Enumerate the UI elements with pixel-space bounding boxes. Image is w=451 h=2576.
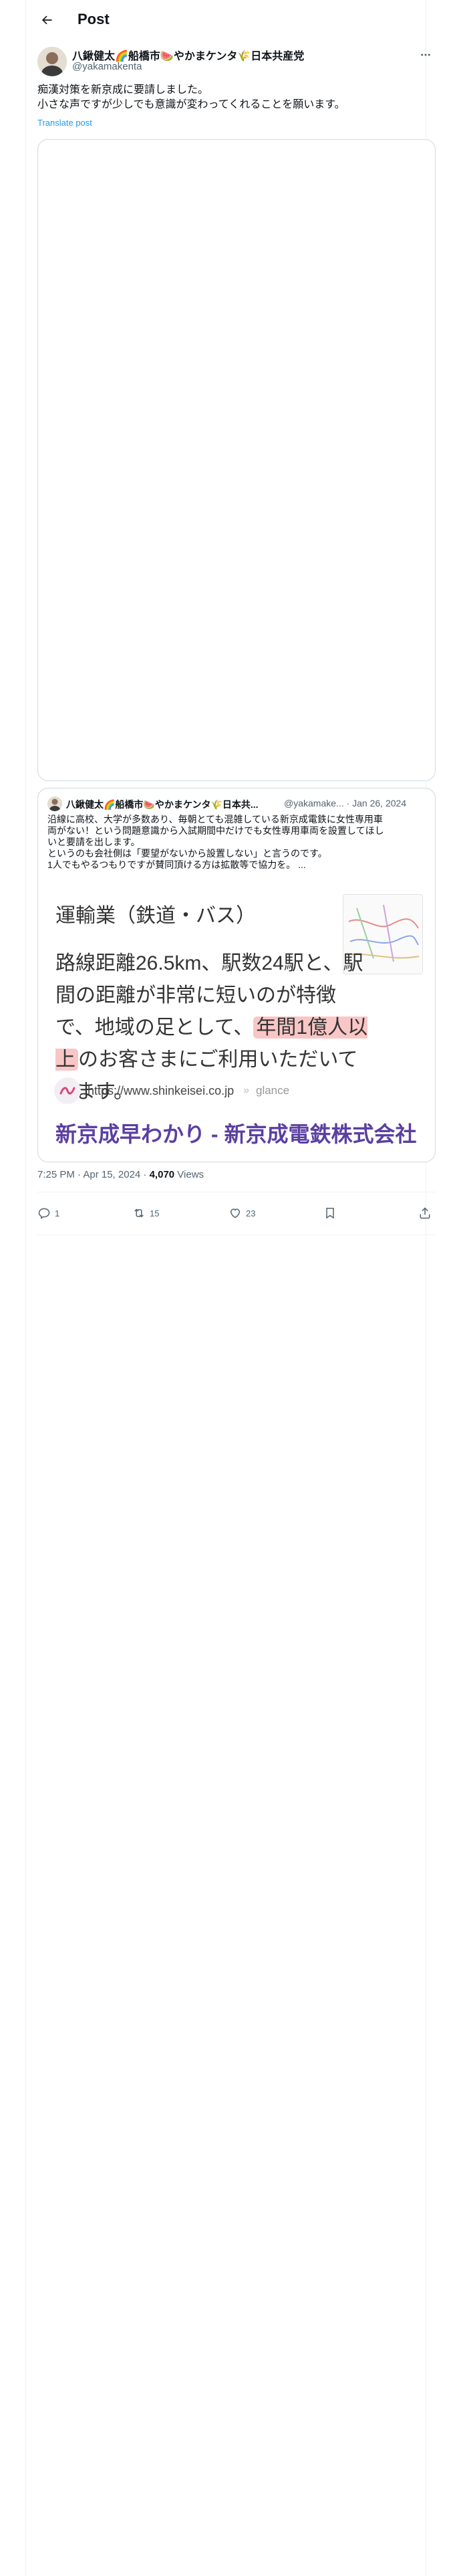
card-site-title[interactable]: 新京成早わかり - 新京成電鉄株式会社 [55, 1117, 416, 1148]
quoted-post-card[interactable]: 八鍬健太🌈船橋市🍉やかまケンタ🌾日本共... @yakamake... · Ja… [37, 788, 436, 1162]
reply-icon [38, 1208, 50, 1219]
quoted-avatar-image [47, 796, 62, 811]
translate-post-link[interactable]: Translate post [37, 118, 92, 128]
post-timestamp: 7:25 PM · Apr 15, 2024 · 4,070 Views [37, 1169, 204, 1180]
share-icon [420, 1207, 430, 1219]
quoted-line: 1人でもやるつもりですが賛同頂ける方は拡散等で協力を。 ... [47, 859, 306, 870]
bookmark-icon [326, 1208, 334, 1219]
views-count: 4,070 [149, 1169, 175, 1180]
breadcrumb-separator: » [243, 1085, 249, 1096]
arrow-left-icon [42, 15, 52, 25]
card-url[interactable]: https://www.shinkeisei.co.jp [88, 1084, 234, 1098]
author-handle[interactable]: @yakamakenta [72, 61, 142, 72]
meta-dot: · [346, 798, 350, 809]
timestamp-text[interactable]: 7:25 PM · Apr 15, 2024 · [37, 1169, 150, 1180]
quoted-handle: @yakamake... [284, 798, 344, 809]
tweet-line: 小さな声ですが少しでも意識が変わってくれることを願います。 [37, 99, 345, 110]
site-logo-icon [54, 1077, 81, 1104]
bookmark-button[interactable] [323, 1200, 337, 1226]
heart-icon [230, 1208, 241, 1218]
post-header: Post [0, 0, 451, 40]
tweet-text: 痴漢対策を新京成に要請しました。 小さな声ですが少しでも意識が変わってくれること… [37, 83, 432, 112]
share-button[interactable] [418, 1200, 432, 1226]
page-title: Post [78, 11, 110, 27]
like-button[interactable]: 23 [229, 1200, 255, 1226]
avatar-image [37, 47, 67, 76]
card-link-row[interactable]: https://www.shinkeisei.co.jp » glance [54, 1077, 289, 1104]
reply-count: 1 [55, 1208, 60, 1218]
repost-button[interactable]: 15 [132, 1200, 159, 1226]
media-card[interactable] [37, 139, 436, 781]
quoted-line: いと要請を出します。 [47, 837, 140, 847]
card-breadcrumb: glance [256, 1084, 290, 1097]
more-horizontal-icon [421, 53, 430, 56]
avatar[interactable] [37, 47, 67, 76]
repost-count: 15 [150, 1208, 160, 1218]
quoted-avatar [47, 796, 62, 811]
quoted-text: 沿線に高校、大学が多数あり、毎朝とても混雑している新京成電鉄に女性専用車 両がな… [47, 814, 426, 871]
quoted-line: 両がない！という問題意識から入試期間中だけでも女性専用車両を設置してほし [47, 825, 384, 836]
more-options-button[interactable] [418, 47, 434, 63]
quoted-meta: @yakamake... · Jan 26, 2024 [284, 798, 406, 809]
repost-icon [134, 1208, 144, 1218]
card-heading: 運輸業（鉄道・バス） [55, 905, 256, 927]
quoted-line: 沿線に高校、大学が多数あり、毎朝とても混雑している新京成電鉄に女性専用車 [47, 814, 383, 825]
views-label: Views [174, 1169, 204, 1180]
quoted-date: Jan 26, 2024 [352, 798, 407, 809]
like-count: 23 [246, 1208, 256, 1218]
tweet-line: 痴漢対策を新京成に要請しました。 [37, 84, 209, 96]
quoted-author-name: 八鍬健太🌈船橋市🍉やかまケンタ🌾日本共... [66, 799, 259, 810]
quoted-line: というのも会社側は「要望がないから設置しない」と言うのです。 [47, 848, 327, 859]
reply-button[interactable]: 1 [37, 1200, 59, 1226]
action-bar: 1 15 23 [37, 1200, 436, 1226]
back-button[interactable] [36, 9, 57, 31]
